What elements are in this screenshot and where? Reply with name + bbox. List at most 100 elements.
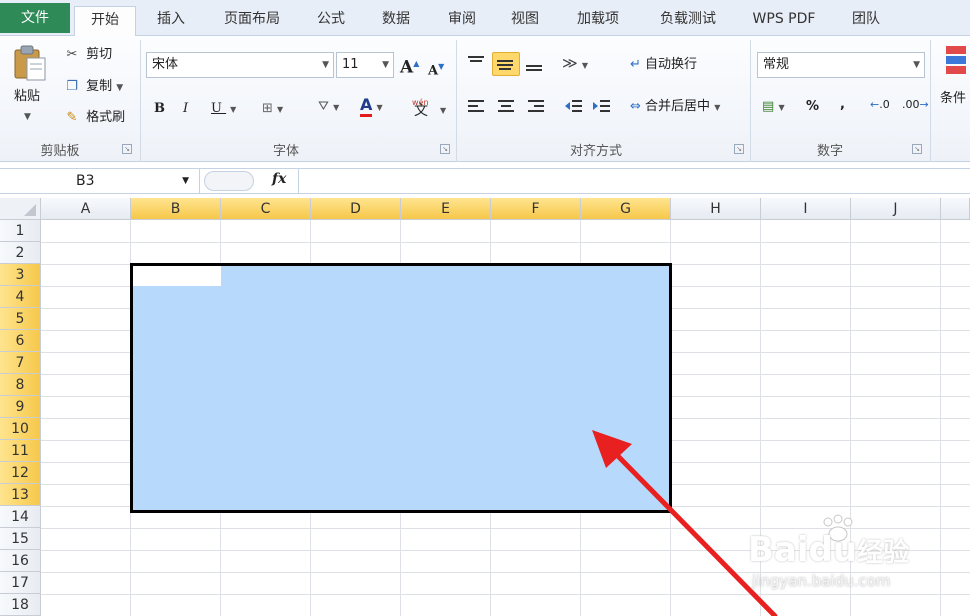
merge-center-label: 合并后居中 bbox=[645, 99, 711, 114]
number-format-dropdown[interactable]: 常规 ▼ bbox=[757, 52, 925, 78]
row-header-1[interactable]: 1 bbox=[0, 220, 41, 242]
row-header-4[interactable]: 4 bbox=[0, 286, 41, 308]
row-header-8[interactable]: 8 bbox=[0, 374, 41, 396]
watermark-logo: Baidu经验 bbox=[748, 530, 909, 570]
tab-review[interactable]: 审阅 bbox=[434, 6, 490, 36]
column-header-e[interactable]: E bbox=[401, 198, 491, 220]
group-divider bbox=[456, 40, 457, 162]
row-header-5[interactable]: 5 bbox=[0, 308, 41, 330]
alignment-launcher-icon[interactable]: ↘ bbox=[734, 144, 744, 154]
column-header-k[interactable] bbox=[941, 198, 970, 220]
row-header-6[interactable]: 6 bbox=[0, 330, 41, 352]
row-header-9[interactable]: 9 bbox=[0, 396, 41, 418]
fill-color-button[interactable]: ⛛ ▼ bbox=[318, 98, 339, 117]
grow-font-button[interactable]: A▲ bbox=[400, 54, 419, 77]
watermark-brand: 经验 bbox=[857, 538, 910, 568]
font-size-dropdown[interactable]: 11 ▼ bbox=[336, 52, 394, 78]
row-header-13[interactable]: 13 bbox=[0, 484, 41, 506]
underline-button[interactable]: U ▼ bbox=[211, 100, 236, 119]
row-header-10[interactable]: 10 bbox=[0, 418, 41, 440]
active-cell-b3[interactable] bbox=[133, 266, 221, 286]
paste-dropdown-icon[interactable]: ▼ bbox=[24, 108, 31, 126]
accounting-format-button[interactable]: ▤ ▼ bbox=[762, 98, 785, 117]
paste-button[interactable]: 粘贴 ▼ bbox=[10, 42, 50, 122]
column-header-d[interactable]: D bbox=[311, 198, 401, 220]
copy-dropdown-icon[interactable]: ▼ bbox=[116, 83, 123, 93]
number-launcher-icon[interactable]: ↘ bbox=[912, 144, 922, 154]
row-header-3[interactable]: 3 bbox=[0, 264, 41, 286]
font-color-button[interactable]: A ▼ bbox=[360, 96, 383, 117]
align-center-button[interactable] bbox=[496, 98, 516, 120]
column-header-c[interactable]: C bbox=[221, 198, 311, 220]
row-header-12[interactable]: 12 bbox=[0, 462, 41, 484]
conditional-formatting-label: 条件 bbox=[940, 91, 967, 106]
menu-bar: 文件 开始 插入 页面布局 公式 数据 审阅 视图 加载项 负载测试 WPS P… bbox=[0, 0, 970, 37]
merge-center-button[interactable]: ⇔ 合并后居中 ▼ bbox=[630, 98, 720, 117]
row-header-7[interactable]: 7 bbox=[0, 352, 41, 374]
clipboard-launcher-icon[interactable]: ↘ bbox=[122, 144, 132, 154]
align-left-button[interactable] bbox=[466, 98, 486, 120]
tab-file[interactable]: 文件 bbox=[0, 3, 70, 33]
chevron-down-icon: ▼ bbox=[182, 176, 189, 186]
formula-input[interactable] bbox=[298, 169, 970, 194]
column-header-h[interactable]: H bbox=[671, 198, 761, 220]
comma-button[interactable]: , bbox=[840, 96, 845, 114]
increase-indent-button[interactable] bbox=[592, 98, 612, 120]
align-top-button[interactable] bbox=[466, 54, 486, 76]
column-header-f[interactable]: F bbox=[491, 198, 581, 220]
tab-wps-pdf[interactable]: WPS PDF bbox=[742, 6, 826, 36]
column-header-i[interactable]: I bbox=[761, 198, 851, 220]
column-header-b[interactable]: B bbox=[131, 198, 221, 220]
align-middle-button[interactable] bbox=[492, 52, 520, 76]
tab-formulas[interactable]: 公式 bbox=[303, 6, 359, 36]
row-header-2[interactable]: 2 bbox=[0, 242, 41, 264]
tab-team[interactable]: 团队 bbox=[840, 6, 892, 36]
font-name-dropdown[interactable]: 宋体 ▼ bbox=[146, 52, 334, 78]
conditional-formatting-button[interactable]: 条件 bbox=[936, 42, 970, 132]
chevron-down-icon: ▼ bbox=[322, 60, 329, 70]
align-right-button[interactable] bbox=[526, 98, 546, 120]
italic-button[interactable]: I bbox=[183, 100, 188, 118]
copy-button[interactable]: ❐ 复制 ▼ bbox=[62, 78, 123, 97]
column-header-a[interactable]: A bbox=[41, 198, 131, 220]
tab-insert[interactable]: 插入 bbox=[142, 6, 200, 36]
arrow-left-icon: ← bbox=[870, 98, 880, 111]
row-header-15[interactable]: 15 bbox=[0, 528, 41, 550]
select-all-corner[interactable] bbox=[0, 198, 41, 220]
row-header-16[interactable]: 16 bbox=[0, 550, 41, 572]
tab-data[interactable]: 数据 bbox=[367, 6, 425, 36]
cut-button[interactable]: ✂ 剪切 bbox=[62, 46, 113, 64]
row-header-14[interactable]: 14 bbox=[0, 506, 41, 528]
cut-label: 剪切 bbox=[86, 47, 113, 62]
clipboard-group-label: 剪贴板 bbox=[40, 144, 80, 159]
tab-addins[interactable]: 加载项 bbox=[563, 6, 633, 36]
row-header-18[interactable]: 18 bbox=[0, 594, 41, 616]
tab-load-test[interactable]: 负载测试 bbox=[645, 6, 731, 36]
orientation-button[interactable]: ≫ ▼ bbox=[562, 54, 588, 75]
align-bottom-button[interactable] bbox=[524, 54, 544, 80]
insert-function-button[interactable]: fx bbox=[272, 171, 286, 187]
format-painter-button[interactable]: ✎ 格式刷 bbox=[62, 109, 126, 127]
shrink-font-button[interactable]: A▼ bbox=[428, 57, 444, 80]
format-painter-label: 格式刷 bbox=[86, 110, 126, 125]
column-header-g[interactable]: G bbox=[581, 198, 671, 220]
bold-button[interactable]: B bbox=[154, 100, 165, 118]
tab-home[interactable]: 开始 bbox=[74, 6, 136, 37]
wrap-text-button[interactable]: ↵ 自动换行 bbox=[630, 56, 697, 74]
tab-page-layout[interactable]: 页面布局 bbox=[214, 6, 290, 36]
row-header-17[interactable]: 17 bbox=[0, 572, 41, 594]
font-launcher-icon[interactable]: ↘ bbox=[440, 144, 450, 154]
formula-bar-splitter[interactable] bbox=[204, 171, 254, 191]
decrease-decimal-button[interactable]: .00→ bbox=[902, 96, 929, 114]
decrease-indent-button[interactable] bbox=[564, 98, 584, 120]
watermark-logo-text-2: du bbox=[808, 530, 858, 570]
column-header-j[interactable]: J bbox=[851, 198, 941, 220]
name-box[interactable]: B3 ▼ bbox=[0, 169, 200, 194]
tab-view[interactable]: 视图 bbox=[497, 6, 553, 36]
number-format-value: 常规 bbox=[763, 57, 790, 72]
increase-decimal-button[interactable]: ←.0 bbox=[870, 96, 890, 114]
percent-button[interactable]: % bbox=[806, 98, 819, 116]
borders-button[interactable]: ⊞ ▼ bbox=[262, 100, 283, 119]
scissors-icon: ✂ bbox=[66, 47, 78, 62]
row-header-11[interactable]: 11 bbox=[0, 440, 41, 462]
